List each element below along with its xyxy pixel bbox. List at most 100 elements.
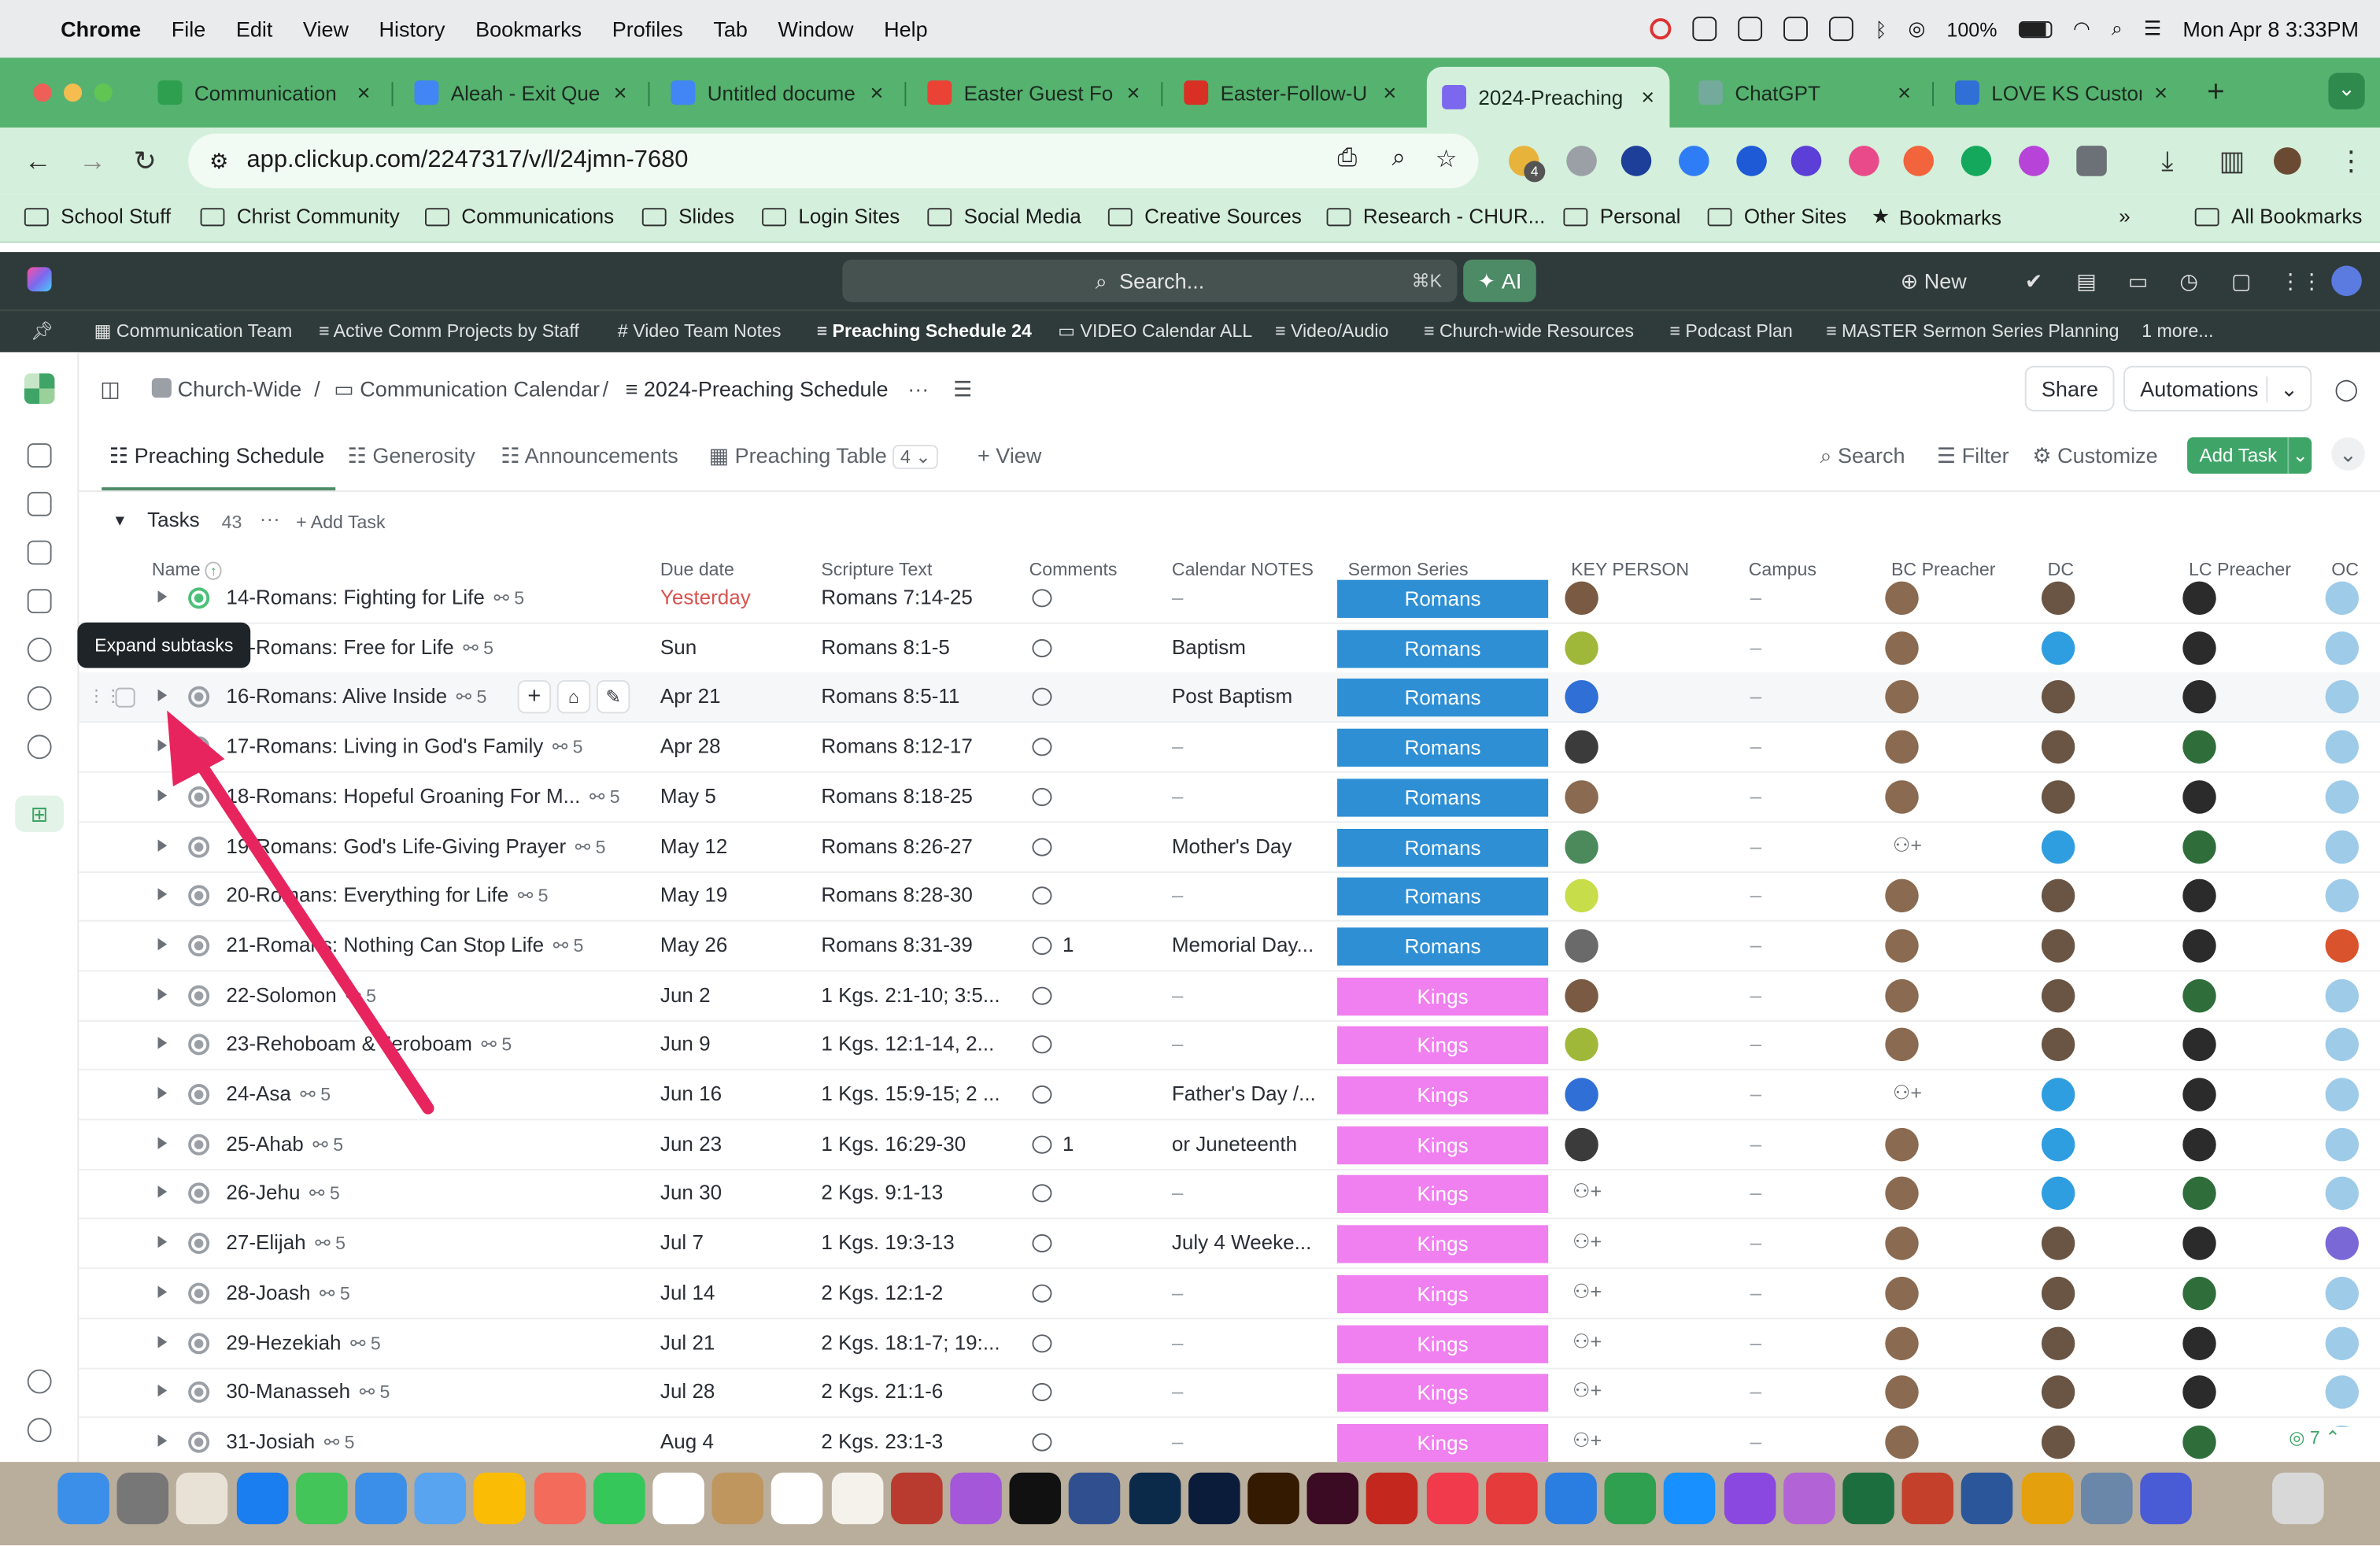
dc-avatar[interactable] [2041, 730, 2075, 764]
subtask-count[interactable]: ⚯ 5 [350, 1332, 381, 1353]
calendar-notes[interactable]: – [1172, 884, 1183, 907]
search-icon[interactable]: ⌕ [2112, 17, 2123, 41]
bookmark-folder[interactable]: School Stuff [24, 205, 171, 227]
site-info-icon[interactable]: ⚙ [209, 148, 228, 174]
spaces-icon[interactable]: ⊞ [15, 795, 64, 832]
table-row[interactable]: 28-Joash ⚯ 5 Jul 14 2 Kgs. 12:1-2 – Kings ⚇+ – [79, 1269, 2380, 1319]
key-person-avatar[interactable] [1565, 1127, 1598, 1161]
browser-tab[interactable]: Untitled docume × [656, 70, 899, 116]
dock-app-icon[interactable] [534, 1472, 586, 1525]
bookmark-folder[interactable]: Slides [641, 205, 734, 227]
comment-icon[interactable] [1032, 1035, 1052, 1055]
subtask-count[interactable]: ⚯ 5 [360, 1381, 390, 1403]
chat-icon[interactable]: ◯ [2334, 376, 2358, 402]
lc-preacher-avatar[interactable] [2182, 1028, 2216, 1062]
wifi-icon[interactable]: ◠ [2073, 17, 2090, 41]
status-icon[interactable] [1783, 17, 1809, 42]
comment-icon[interactable] [1032, 787, 1052, 806]
comment-icon[interactable] [1032, 688, 1052, 707]
new-button[interactable]: ⊕ New [1901, 268, 1967, 294]
lc-preacher-avatar[interactable] [2182, 631, 2216, 665]
lc-preacher-avatar[interactable] [2182, 1425, 2216, 1459]
browser-tab[interactable]: Easter-Follow-U × [1169, 70, 1412, 116]
lc-preacher-avatar[interactable] [2182, 1326, 2216, 1360]
campus-empty[interactable]: – [1750, 735, 1761, 758]
key-person-avatar[interactable] [1565, 779, 1598, 814]
calendar-notes[interactable]: Mother's Day [1172, 834, 1292, 857]
scripture-text[interactable]: 1 Kgs. 16:29-30 [821, 1132, 966, 1155]
dc-avatar[interactable] [2041, 1276, 2075, 1310]
subtask-count[interactable]: ⚯ 5 [493, 587, 524, 608]
control-center-icon[interactable]: ☰ [2144, 17, 2161, 41]
task-name[interactable]: 26-Jehu [226, 1182, 300, 1204]
extensions-puzzle-icon[interactable] [2076, 146, 2107, 176]
dc-avatar[interactable] [2041, 929, 2075, 963]
oc-avatar[interactable] [2325, 829, 2359, 864]
menu-view[interactable]: View [303, 17, 349, 41]
due-date[interactable]: Jun 9 [660, 1033, 711, 1056]
scripture-text[interactable]: Romans 8:1-5 [821, 635, 950, 658]
sermon-series-tag[interactable]: Kings [1337, 1126, 1549, 1164]
campus-empty[interactable]: – [1750, 1182, 1761, 1204]
bc-preacher-avatar[interactable] [1885, 879, 1919, 913]
subtask-count[interactable]: ⚯ 5 [553, 935, 584, 956]
dock-app-icon[interactable] [711, 1472, 764, 1525]
add-view-button[interactable]: + View [978, 443, 1041, 468]
sermon-series-tag[interactable]: Romans [1337, 579, 1549, 618]
calendar-notes[interactable]: – [1172, 983, 1183, 1006]
tag-icon[interactable]: ⌂ [556, 680, 591, 715]
key-person-avatar[interactable] [1565, 680, 1598, 715]
bc-preacher-avatar[interactable] [1885, 1028, 1919, 1062]
sermon-series-tag[interactable]: Romans [1337, 778, 1549, 817]
scripture-text[interactable]: 2 Kgs. 18:1-7; 19:... [821, 1330, 1000, 1353]
lc-preacher-avatar[interactable] [2182, 1276, 2216, 1310]
sidebar-toggle-icon[interactable]: ◫ [100, 376, 120, 402]
comment-count[interactable]: 1 [1062, 1132, 1074, 1155]
comment-icon[interactable] [1032, 1185, 1052, 1204]
menu-history[interactable]: History [379, 17, 445, 41]
oc-avatar[interactable] [2325, 631, 2359, 665]
calendar-notes[interactable]: – [1172, 1430, 1183, 1453]
extension-icon[interactable] [1848, 146, 1879, 176]
sermon-series-tag[interactable]: Kings [1337, 1225, 1549, 1263]
scripture-text[interactable]: 1 Kgs. 15:9-15; 2 ... [821, 1082, 1000, 1105]
global-search[interactable]: ⌕ Search... ⌘K [842, 259, 1458, 302]
campus-empty[interactable]: – [1750, 934, 1761, 956]
key-person-avatar[interactable] [1565, 1028, 1598, 1062]
trash-icon[interactable] [2272, 1472, 2324, 1525]
new-tab-icon[interactable]: + [2207, 76, 2225, 110]
menu-help[interactable]: Help [884, 17, 928, 41]
docs-icon[interactable]: ▢ [2231, 268, 2252, 294]
status-icon[interactable] [1693, 17, 1717, 42]
bc-preacher-avatar[interactable] [1885, 581, 1919, 616]
video-icon[interactable]: ▭ [2128, 268, 2149, 294]
campus-empty[interactable]: – [1750, 686, 1761, 708]
due-date[interactable]: Sun [660, 635, 697, 658]
battery-icon[interactable] [2018, 20, 2052, 38]
all-bookmarks[interactable]: All Bookmarks [2194, 205, 2362, 227]
task-name[interactable]: 29-Hezekiah [226, 1330, 341, 1353]
favorite-item[interactable]: ≡ MASTER Sermon Series Planning [1826, 320, 2119, 342]
star-icon[interactable]: ☆ [1436, 144, 1458, 175]
browser-tab[interactable]: Communication × [142, 70, 386, 116]
due-date[interactable]: May 12 [660, 834, 727, 857]
bookmark-folder[interactable]: Research - CHUR... [1326, 205, 1545, 227]
status-icon[interactable] [188, 1381, 210, 1404]
check-icon[interactable]: ✔ [2025, 268, 2043, 294]
oc-avatar[interactable] [2325, 1127, 2359, 1161]
oc-avatar[interactable] [2325, 581, 2359, 616]
sermon-series-tag[interactable]: Kings [1337, 1076, 1549, 1115]
subtask-count[interactable]: ⚯ 5 [320, 1282, 350, 1304]
scripture-text[interactable]: Romans 8:5-11 [821, 686, 959, 708]
clickup-logo-icon[interactable] [27, 267, 52, 292]
add-person-icon[interactable]: ⚇+ [1893, 1081, 1922, 1105]
record-icon[interactable] [1650, 18, 1672, 40]
bluetooth-icon[interactable]: ᛒ [1875, 17, 1887, 40]
comment-icon[interactable] [1032, 936, 1052, 955]
oc-avatar[interactable] [2325, 1276, 2359, 1310]
expand-subtasks-icon[interactable] [157, 1285, 168, 1298]
bc-preacher-avatar[interactable] [1885, 779, 1919, 814]
campus-empty[interactable]: – [1750, 1330, 1761, 1353]
task-name[interactable]: 28-Joash [226, 1281, 310, 1304]
oc-avatar[interactable] [2325, 680, 2359, 715]
